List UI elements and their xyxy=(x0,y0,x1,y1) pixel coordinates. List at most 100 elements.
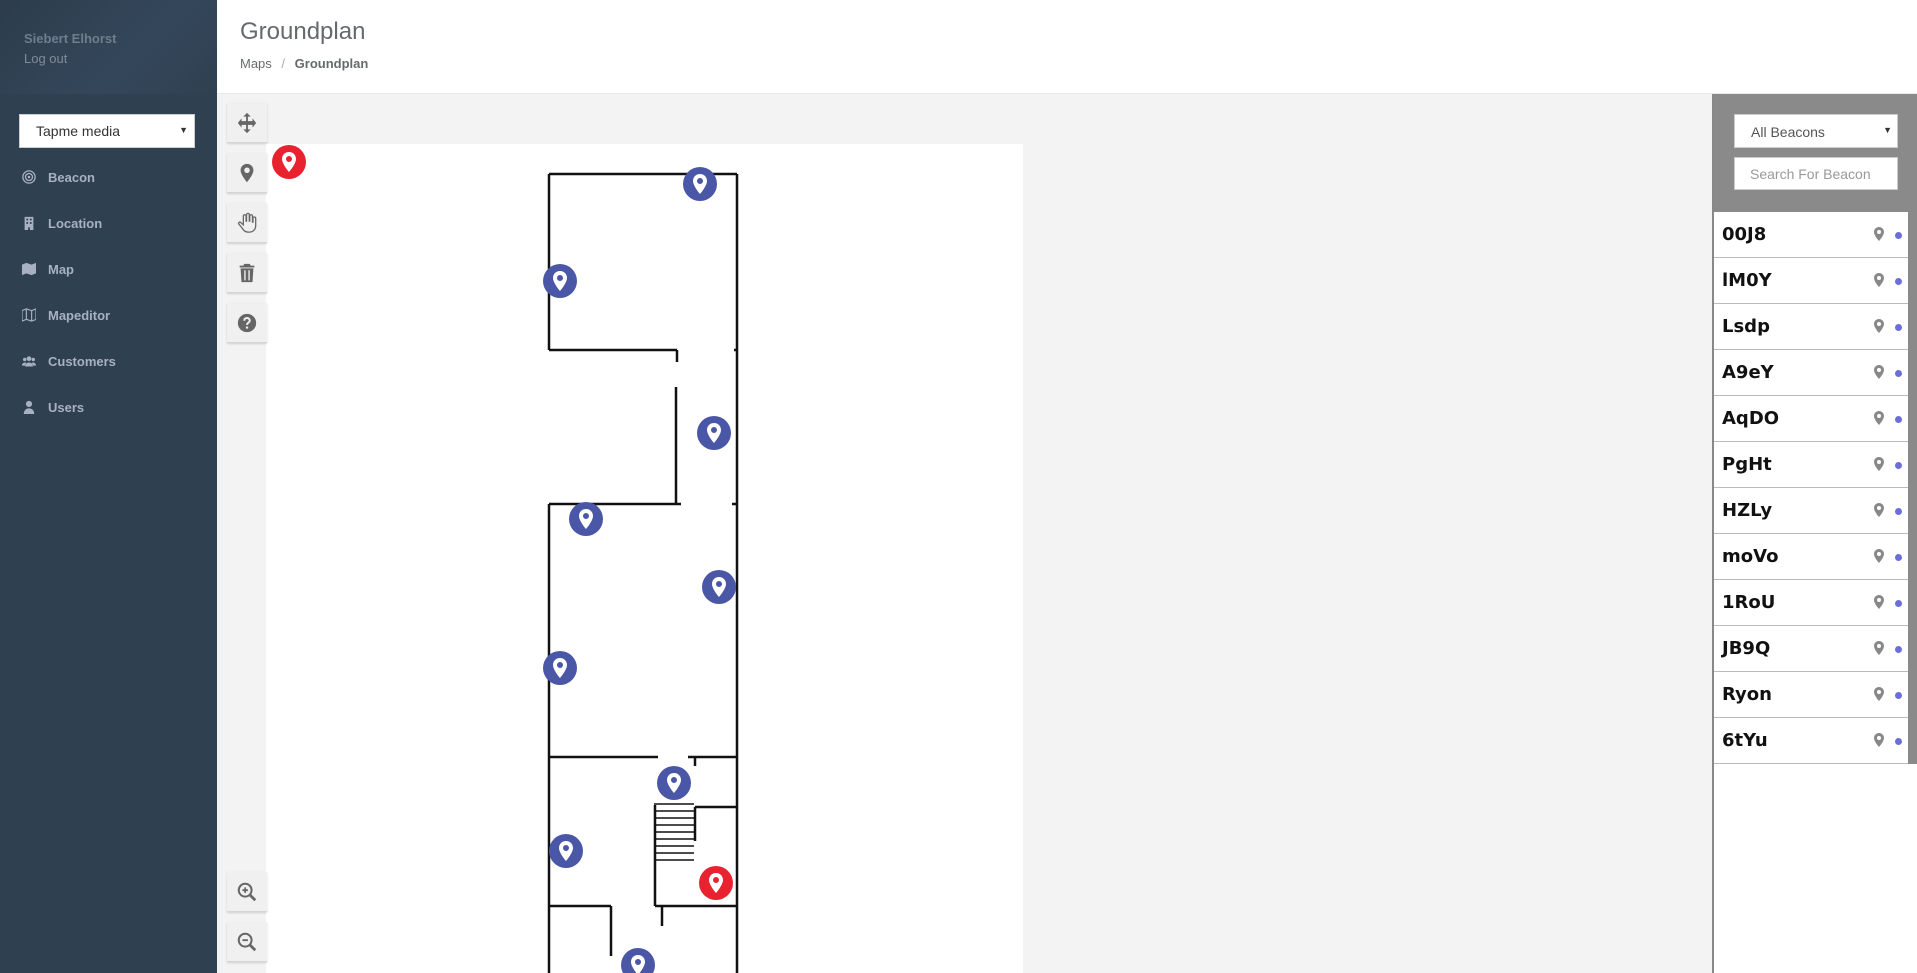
beacon-list-item[interactable]: 1RoU xyxy=(1714,580,1908,626)
help-icon xyxy=(237,313,257,332)
beacon-name: lM0Y xyxy=(1722,270,1772,291)
beacon-name: HZLy xyxy=(1722,500,1773,521)
breadcrumb-separator: / xyxy=(281,56,286,71)
sidebar-item-location[interactable]: Location xyxy=(0,200,217,246)
sidebar-item-beacon[interactable]: Beacon xyxy=(0,154,217,200)
beacon-name: AqDO xyxy=(1722,408,1780,429)
beacon-name: Lsdp xyxy=(1722,316,1770,337)
beacon-list-item[interactable]: 00J8 xyxy=(1714,212,1908,258)
status-dot xyxy=(1895,324,1902,331)
beacon-name: PgHt xyxy=(1722,454,1772,475)
customer-select[interactable]: Tapme media ▼ xyxy=(19,114,195,148)
sidebar-item-users[interactable]: Users xyxy=(0,384,217,430)
status-dot xyxy=(1895,416,1902,423)
map-icon xyxy=(22,262,42,276)
beacon-name: 1RoU xyxy=(1722,592,1776,613)
map-marker-icon[interactable] xyxy=(1874,273,1884,287)
beacon-name: moVo xyxy=(1722,546,1779,567)
beacon-name: 6tYu xyxy=(1722,730,1768,751)
status-dot xyxy=(1895,508,1902,515)
page-title: Groundplan xyxy=(240,18,366,45)
caret-down-icon: ▼ xyxy=(179,125,188,135)
beacon-name: Ryon xyxy=(1722,684,1772,705)
beacon-marker[interactable] xyxy=(697,416,731,450)
beacon-list-item[interactable]: HZLy xyxy=(1714,488,1908,534)
sidebar-item-label: Map xyxy=(48,261,74,277)
beacon-panel-header: All Beacons ▼ xyxy=(1714,94,1917,212)
beacon-list-item[interactable]: JB9Q xyxy=(1714,626,1908,672)
beacon-list-item[interactable]: AqDO xyxy=(1714,396,1908,442)
map-marker-icon[interactable] xyxy=(1874,365,1884,379)
sidebar-nav: Beacon Location Map Mapeditor Customers xyxy=(0,154,217,430)
beacon-marker[interactable] xyxy=(683,167,717,201)
status-dot xyxy=(1895,646,1902,653)
beacon-list-item[interactable]: Lsdp xyxy=(1714,304,1908,350)
building-icon xyxy=(22,216,42,230)
map-marker-icon[interactable] xyxy=(1874,733,1884,747)
beacon-icon xyxy=(22,170,42,184)
map-marker-icon[interactable] xyxy=(1874,319,1884,333)
breadcrumb-maps-link[interactable]: Maps xyxy=(240,56,272,71)
beacon-search-input[interactable] xyxy=(1734,157,1898,190)
beacon-list-item[interactable]: lM0Y xyxy=(1714,258,1908,304)
delete-tool-button[interactable] xyxy=(227,253,267,293)
help-button[interactable] xyxy=(227,303,267,343)
beacon-marker[interactable] xyxy=(549,834,583,868)
sidebar-item-map[interactable]: Map xyxy=(0,246,217,292)
map-marker-icon[interactable] xyxy=(1874,503,1884,517)
pan-tool-button[interactable] xyxy=(227,203,267,243)
sidebar-item-label: Users xyxy=(48,399,85,415)
sidebar-item-mapeditor[interactable]: Mapeditor xyxy=(0,292,217,338)
map-marker-icon[interactable] xyxy=(1874,411,1884,425)
beacon-list-item[interactable]: PgHt xyxy=(1714,442,1908,488)
sidebar-item-customers[interactable]: Customers xyxy=(0,338,217,384)
beacon-marker[interactable] xyxy=(702,570,736,604)
beacon-list-item[interactable]: A9eY xyxy=(1714,350,1908,396)
map-marker-icon[interactable] xyxy=(1874,227,1884,241)
beacon-filter-select[interactable]: All Beacons ▼ xyxy=(1734,114,1898,148)
beacon-list-item[interactable]: 6tYu xyxy=(1714,718,1908,764)
floor-plan xyxy=(547,172,739,973)
beacon-list-item[interactable]: moVo xyxy=(1714,534,1908,580)
map-marker-icon[interactable] xyxy=(1874,457,1884,471)
sidebar-item-label: Mapeditor xyxy=(48,307,111,323)
hand-icon xyxy=(237,212,257,233)
place-marker-tool-button[interactable] xyxy=(227,153,267,193)
marker-icon xyxy=(240,163,254,182)
beacon-marker[interactable] xyxy=(569,502,603,536)
map-marker-icon[interactable] xyxy=(1874,595,1884,609)
user-profile: Siebert Elhorst Log out xyxy=(0,0,217,94)
trash-icon xyxy=(239,263,255,282)
status-dot xyxy=(1895,278,1902,285)
user-name: Siebert Elhorst xyxy=(24,31,117,46)
status-dot xyxy=(1895,232,1902,239)
beacon-marker[interactable] xyxy=(543,651,577,685)
unplaced-beacon-marker[interactable] xyxy=(272,145,306,179)
move-tool-button[interactable] xyxy=(227,103,267,143)
users-group-icon xyxy=(22,354,42,368)
beacon-list-item[interactable]: Ryon xyxy=(1714,672,1908,718)
beacon-name: A9eY xyxy=(1722,362,1774,383)
beacon-name: 00J8 xyxy=(1722,224,1767,245)
map-marker-icon[interactable] xyxy=(1874,641,1884,655)
status-dot xyxy=(1895,600,1902,607)
breadcrumb-current: Groundplan xyxy=(294,56,369,71)
beacon-marker[interactable] xyxy=(543,264,577,298)
caret-down-icon: ▼ xyxy=(1883,125,1892,135)
map-marker-icon[interactable] xyxy=(1874,687,1884,701)
sidebar: Siebert Elhorst Log out Tapme media ▼ Be… xyxy=(0,0,217,973)
status-dot xyxy=(1895,462,1902,469)
sidebar-item-label: Location xyxy=(48,215,103,231)
beacon-name: JB9Q xyxy=(1722,638,1771,659)
map-outline-icon xyxy=(22,308,42,322)
beacon-marker[interactable] xyxy=(657,766,691,800)
status-dot xyxy=(1895,692,1902,699)
zoom-in-button[interactable] xyxy=(227,872,267,912)
page-header: Groundplan Maps / Groundplan xyxy=(217,0,1917,94)
map-marker-icon[interactable] xyxy=(1874,549,1884,563)
logout-link[interactable]: Log out xyxy=(24,51,217,66)
unplaced-beacon-marker[interactable] xyxy=(699,866,733,900)
map-canvas[interactable] xyxy=(266,144,1023,973)
zoom-out-button[interactable] xyxy=(227,922,267,962)
sidebar-item-label: Customers xyxy=(48,353,116,369)
